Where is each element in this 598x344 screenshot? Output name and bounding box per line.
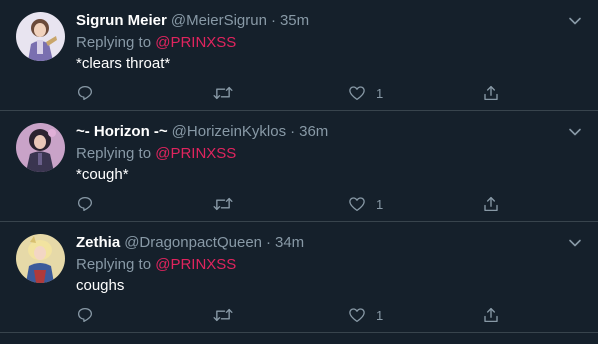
like-icon <box>349 308 365 323</box>
tweet-feed: Sigrun Meier @MeierSigrun · 35m Replying to… <box>0 0 598 344</box>
tweet-header: Sigrun Meier @MeierSigrun · 35m <box>76 11 309 31</box>
tweet-header: Zethia @DragonpactQueen · 34m <box>76 233 304 253</box>
timestamp[interactable]: 34m <box>275 234 304 251</box>
mention-link[interactable]: @PRINXSS <box>155 145 236 162</box>
display-name[interactable]: ~- Horizon -~ <box>76 123 168 140</box>
retweet-button[interactable] <box>213 193 233 215</box>
like-button[interactable]: 1 <box>348 304 383 326</box>
like-icon <box>349 86 365 101</box>
reply-button[interactable] <box>76 82 94 104</box>
tweet-actions: 1 <box>76 82 506 104</box>
tweet-text: *cough* <box>76 166 129 183</box>
user-handle[interactable]: @HorizeinKyklos <box>172 123 286 140</box>
mention-link[interactable]: @PRINXSS <box>155 256 236 273</box>
avatar[interactable] <box>16 123 65 172</box>
separator-dot: · <box>266 234 271 251</box>
reply-icon <box>77 85 93 101</box>
mention-link[interactable]: @PRINXSS <box>155 34 236 51</box>
replying-to-label: Replying to <box>76 256 152 273</box>
like-count: 1 <box>376 196 384 212</box>
timestamp[interactable]: 35m <box>280 12 309 29</box>
share-button[interactable] <box>482 304 500 326</box>
separator-dot: · <box>290 123 296 140</box>
tweet[interactable]: Sigrun Meier @MeierSigrun · 35m Replying to… <box>0 0 598 111</box>
timestamp[interactable]: 36m <box>299 123 328 140</box>
avatar[interactable] <box>16 12 65 61</box>
like-icon <box>349 197 365 212</box>
replying-to-label: Replying to <box>76 34 152 51</box>
replying-to-line: Replying to @PRINXSS <box>76 144 236 164</box>
reply-icon <box>77 307 93 323</box>
avatar[interactable] <box>16 234 65 283</box>
like-count: 1 <box>376 85 384 101</box>
replying-to-line: Replying to @PRINXSS <box>76 33 236 53</box>
like-button[interactable]: 1 <box>348 82 383 104</box>
chevron-down-icon[interactable] <box>568 236 582 250</box>
separator-dot: · <box>270 12 276 29</box>
like-button[interactable]: 1 <box>348 193 383 215</box>
reply-button[interactable] <box>76 304 94 326</box>
chevron-down-icon[interactable] <box>568 125 582 139</box>
tweet-actions: 1 <box>76 304 506 326</box>
chevron-down-icon[interactable] <box>568 14 582 28</box>
tweet-text: *clears throat* <box>76 55 171 72</box>
tweet-actions: 1 <box>76 193 506 215</box>
share-icon <box>484 196 498 212</box>
like-count: 1 <box>376 307 384 323</box>
retweet-button[interactable] <box>213 82 233 104</box>
tweet[interactable]: ~- Horizon -~ @HorizeinKyklos · 36m Replyin… <box>0 111 598 222</box>
share-button[interactable] <box>482 193 500 215</box>
retweet-icon <box>213 197 233 211</box>
reply-icon <box>77 196 93 212</box>
display-name[interactable]: Sigrun Meier <box>76 12 167 29</box>
tweet-header: ~- Horizon -~ @HorizeinKyklos · 36m <box>76 122 328 142</box>
retweet-icon <box>213 86 233 100</box>
retweet-icon <box>213 308 233 322</box>
user-handle[interactable]: @MeierSigrun <box>171 12 267 29</box>
tweet[interactable]: Zethia @DragonpactQueen · 34m Replying to @… <box>0 222 598 333</box>
share-button[interactable] <box>482 82 500 104</box>
share-icon <box>484 307 498 323</box>
tweet-text: coughs <box>76 277 125 294</box>
reply-button[interactable] <box>76 193 94 215</box>
replying-to-line: Replying to @PRINXSS <box>76 255 236 275</box>
display-name[interactable]: Zethia <box>76 234 120 251</box>
retweet-button[interactable] <box>213 304 233 326</box>
share-icon <box>484 85 498 101</box>
replying-to-label: Replying to <box>76 145 152 162</box>
user-handle[interactable]: @DragonpactQueen <box>124 234 262 251</box>
